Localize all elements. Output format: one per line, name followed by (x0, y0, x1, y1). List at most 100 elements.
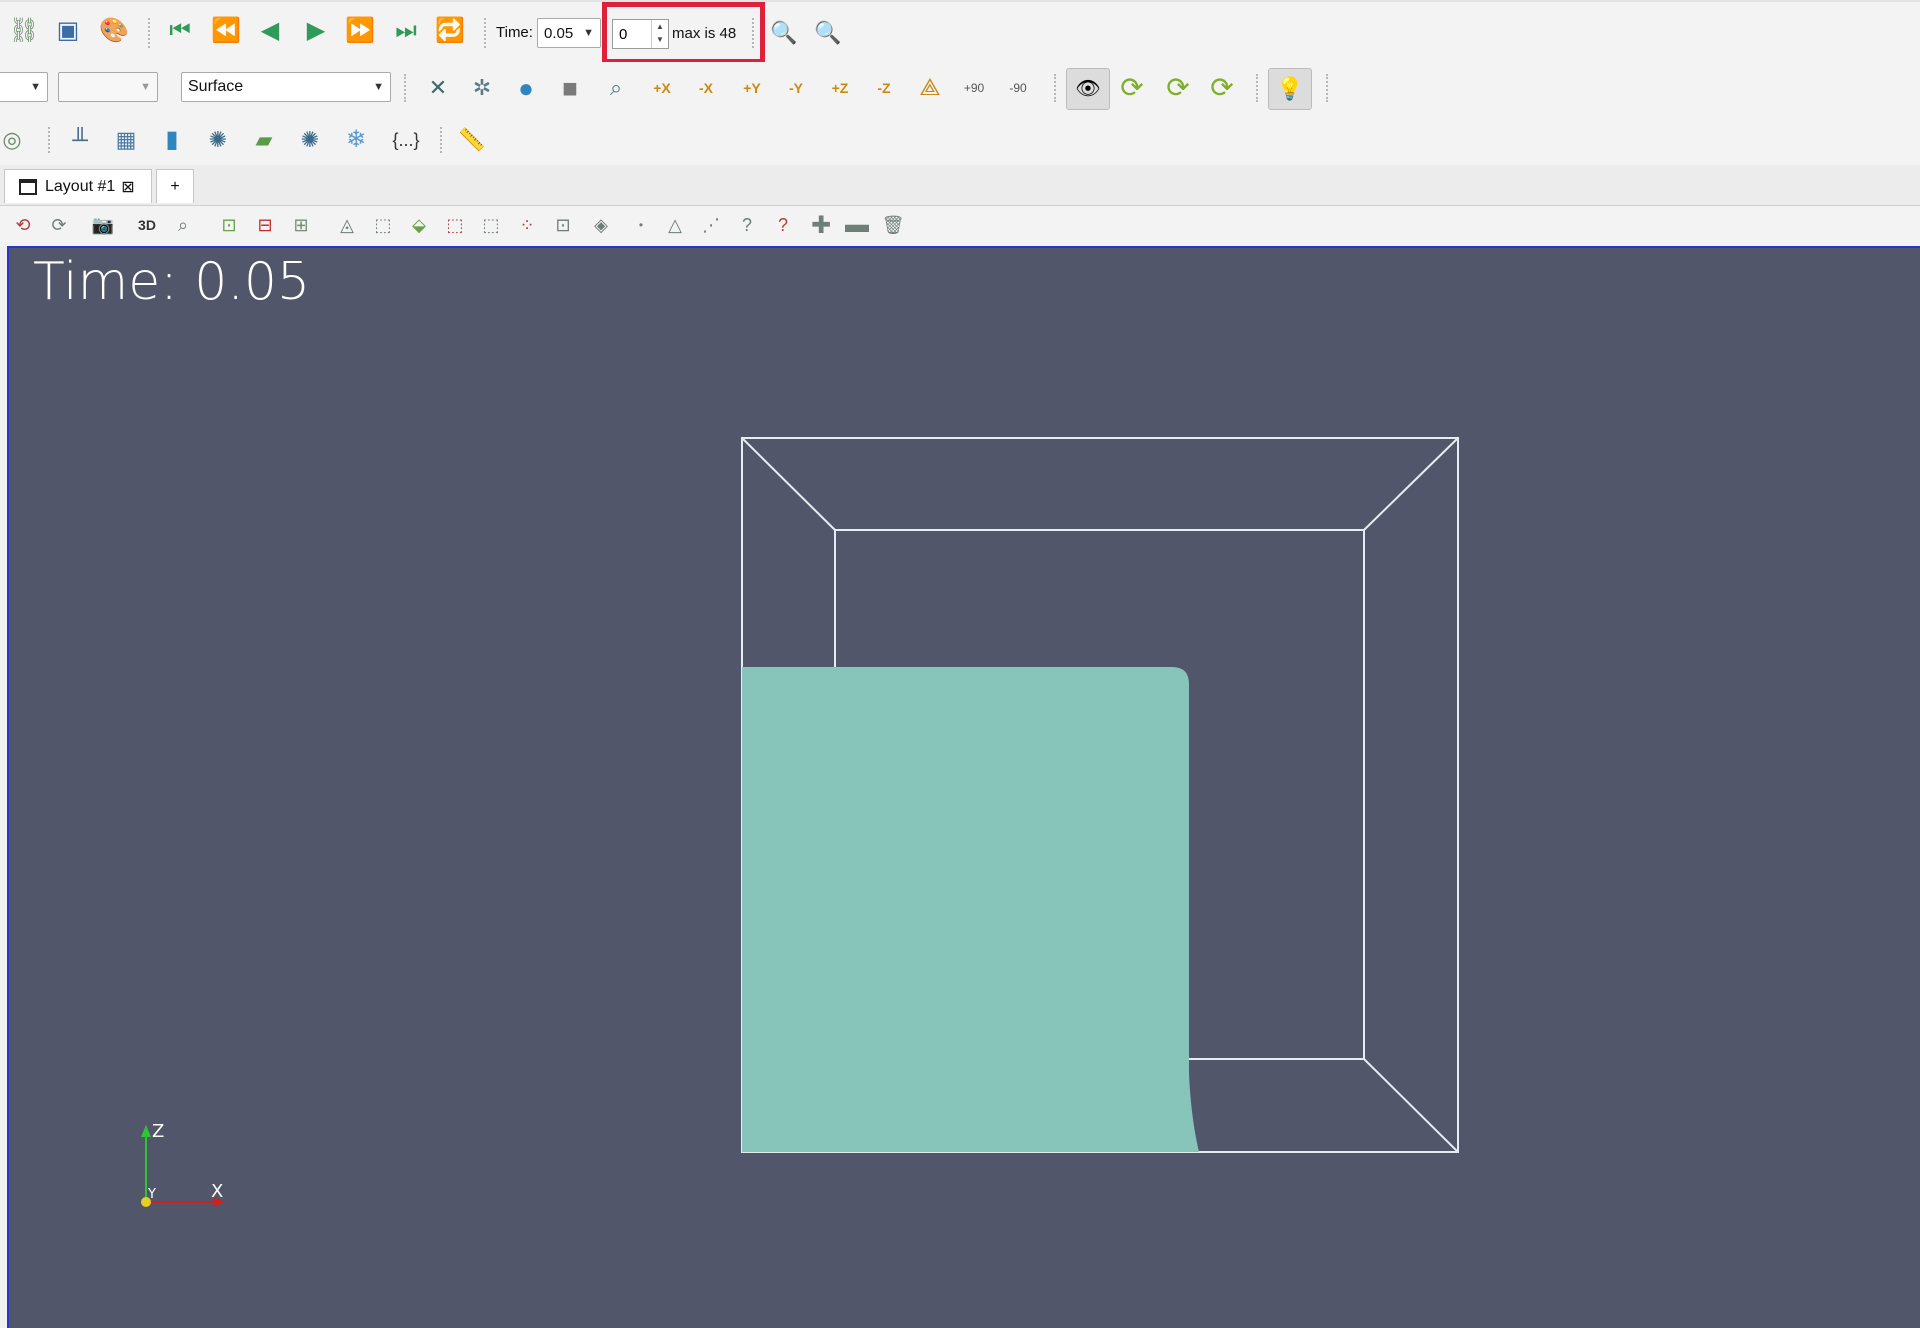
calculator-icon[interactable]: ◎ (0, 122, 30, 158)
variable-combo[interactable]: ▼ (0, 72, 48, 102)
toolbar-separator (752, 18, 757, 48)
extract-selection-icon[interactable]: ▦ (108, 122, 144, 158)
toolbar-separator (148, 18, 153, 48)
reset-center-icon[interactable]: ⟳ (1204, 70, 1240, 106)
edge-line (741, 437, 836, 531)
chevron-down-icon: ▼ (583, 27, 594, 39)
zoom-to-data-icon[interactable]: ✲ (464, 70, 500, 106)
add-layout-button[interactable]: + (156, 169, 194, 203)
hover-cells-icon[interactable]: ⊡ (548, 210, 578, 240)
interactive-select-icon[interactable]: ⬚ (476, 210, 506, 240)
glyph-icon[interactable]: ✺ (200, 122, 236, 158)
previous-frame-icon[interactable]: ⏪ (208, 13, 244, 49)
toolbar-separator (404, 74, 409, 102)
minus-icon[interactable]: ▬ (842, 210, 872, 240)
chevron-down-icon: ▼ (373, 81, 384, 93)
chevron-down-icon: ▼ (30, 81, 41, 93)
fluid-surface (742, 667, 1199, 1152)
snowflake-icon[interactable]: ❄ (338, 122, 374, 158)
python-calculator-icon[interactable]: ▰ (246, 122, 282, 158)
palette-icon[interactable]: 🎨 (96, 13, 132, 49)
rotate-plus-90-icon[interactable]: +90 (956, 70, 992, 106)
disconnect-icon[interactable]: ▣ (50, 13, 86, 49)
ruler-icon[interactable]: 📏 (454, 122, 490, 158)
select-points-through-icon[interactable]: ⬚ (368, 210, 398, 240)
play-backward-icon[interactable]: ◀ (252, 13, 288, 49)
trash-icon[interactable]: 🗑 (878, 210, 908, 240)
representation-value: Surface (188, 78, 244, 95)
triangle-icon[interactable]: △ (660, 210, 690, 240)
window-icon (19, 178, 37, 195)
zoom-to-box-icon[interactable]: ■ (552, 70, 588, 106)
toolbar-separator (1054, 74, 1059, 102)
rotate-minus-90-icon[interactable]: -90 (1000, 70, 1036, 106)
view-toolbar: ⟲ ⟳ 📷 3D ⌕ ⊡ ⊟ ⊞ ◬ ⬚ ⬙ ⬚ ⬚ ⁘ ⊡ ◈ • △ ⋰ ?… (0, 206, 1920, 246)
select-frustum-icon[interactable]: ⊞ (286, 210, 316, 240)
edge-line (1363, 437, 1459, 531)
component-combo[interactable]: ▼ (58, 72, 158, 102)
axis-y-label: Y (147, 1187, 156, 1202)
toolbar-separator (1326, 74, 1331, 102)
toolbar-separator (48, 127, 53, 153)
histogram-icon[interactable]: ▮ (154, 122, 190, 158)
set-view-minus-z-icon[interactable]: -Z (866, 70, 902, 106)
pick-center-icon[interactable]: ⟳ (1160, 70, 1196, 106)
reset-camera-icon[interactable]: ✕ (420, 70, 456, 106)
loop-icon[interactable]: 🔁 (432, 13, 468, 49)
query-icon[interactable]: ? (732, 210, 762, 240)
rotate-icon[interactable]: ⟳ (1114, 70, 1150, 106)
isometric-view-icon[interactable]: ⟁ (912, 70, 948, 106)
highlight-annotation (602, 2, 765, 64)
zoom-closest-icon[interactable]: ● (508, 70, 544, 106)
render-view[interactable]: Time: 0.05 Z Y X (7, 246, 1920, 1328)
select-polygon-icon[interactable]: ⬙ (404, 210, 434, 240)
plus-icon[interactable]: ✚ (806, 210, 836, 240)
plus-icon: + (170, 177, 180, 195)
undo-camera-icon[interactable]: ⟲ (8, 210, 38, 240)
next-frame-icon[interactable]: ⏩ (342, 13, 378, 49)
connect-icon[interactable]: ⛓ (6, 13, 42, 49)
zoom-icon[interactable]: 🔍 (766, 15, 802, 51)
plot-over-line-icon[interactable]: ╨ (62, 122, 98, 158)
scene-canvas[interactable]: Z Y X (9, 248, 1920, 1328)
points-icon[interactable]: ⋰ (696, 210, 726, 240)
first-frame-icon[interactable]: ⏮ (162, 13, 198, 49)
shrink-selection-icon[interactable]: • (626, 210, 656, 240)
time-combo-value: 0.05 (544, 24, 574, 42)
toggle-3d-button[interactable]: 3D (132, 210, 162, 240)
time-combo[interactable]: 0.05 ▼ (537, 18, 601, 48)
set-view-plus-y-icon[interactable]: +Y (734, 70, 770, 106)
braces-icon[interactable]: {...} (384, 122, 428, 158)
layout-tab-bar: Layout #1 ⊠ + (0, 165, 1920, 206)
time-label: Time: (496, 24, 533, 41)
interaction-mode-icon[interactable]: 👁 (1066, 68, 1110, 110)
light-kit-icon[interactable]: 💡 (1268, 68, 1312, 110)
representation-combo[interactable]: Surface ▼ (181, 72, 391, 102)
select-cells-through-icon[interactable]: ◬ (332, 210, 362, 240)
last-frame-icon[interactable]: ⏭ (388, 13, 424, 49)
select-block-icon[interactable]: ⬚ (440, 210, 470, 240)
select-cells-on-icon[interactable]: ⊡ (214, 210, 244, 240)
zoom-box-icon[interactable]: ⌕ (168, 210, 198, 240)
close-icon[interactable]: ⊠ (121, 177, 134, 197)
tab-layout-1[interactable]: Layout #1 ⊠ (4, 169, 152, 203)
grow-selection-icon[interactable]: ◈ (586, 210, 616, 240)
filters-toolbar: ◎ ╨ ▦ ▮ ✺ ▰ ✺ ❄ {...} 📏 (0, 115, 1920, 166)
toolbar-separator (484, 18, 489, 48)
play-icon[interactable]: ▶ (298, 13, 334, 49)
redo-camera-icon[interactable]: ⟳ (44, 210, 74, 240)
query-points-icon[interactable]: ? (768, 210, 798, 240)
edge-line (1363, 1058, 1459, 1153)
zoom-add-icon[interactable]: 🔍 (810, 15, 846, 51)
hover-points-icon[interactable]: ⁘ (512, 210, 542, 240)
display-toolbar: ▼ ▼ Surface ▼ ✕ ✲ ● ■ ⌕ +X -X +Y -Y +Z -… (0, 62, 1920, 116)
select-points-on-icon[interactable]: ⊟ (250, 210, 280, 240)
set-view-plus-x-icon[interactable]: +X (644, 70, 680, 106)
set-view-minus-y-icon[interactable]: -Y (778, 70, 814, 106)
zoom-to-selection-icon[interactable]: ⌕ (598, 70, 634, 106)
probe-icon[interactable]: ✺ (292, 122, 328, 158)
capture-screenshot-icon[interactable]: 📷 (88, 210, 118, 240)
set-view-minus-x-icon[interactable]: -X (688, 70, 724, 106)
axis-x-label: X (211, 1181, 223, 1202)
set-view-plus-z-icon[interactable]: +Z (822, 70, 858, 106)
